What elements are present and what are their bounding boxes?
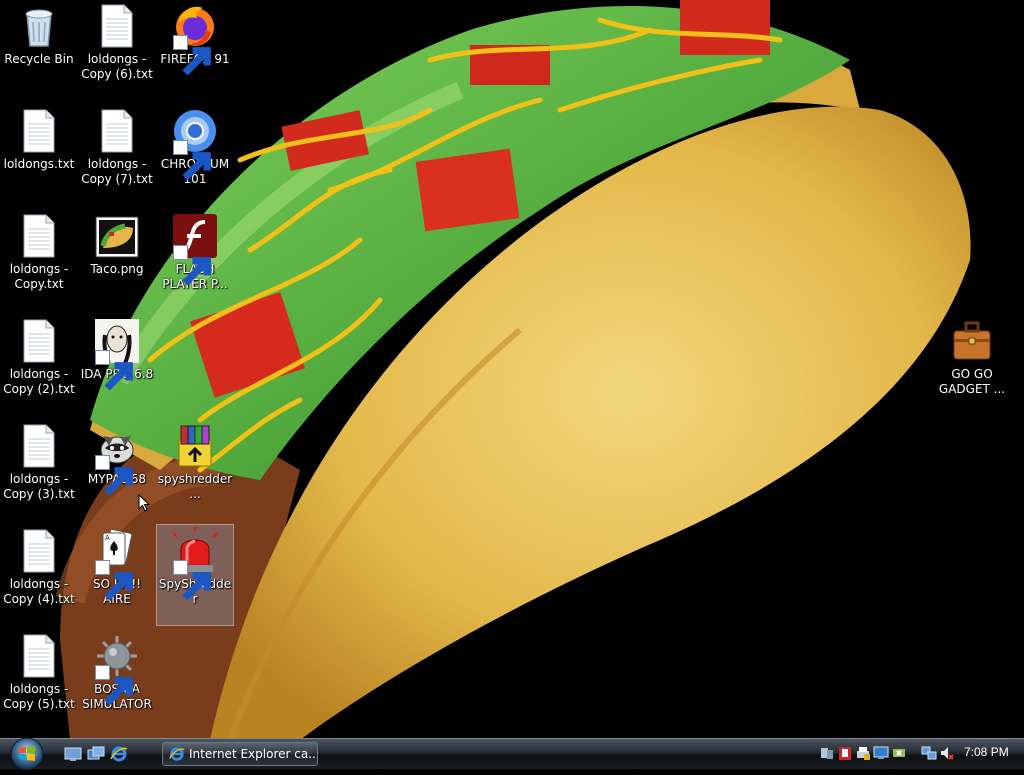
internet-explorer-icon <box>169 747 185 761</box>
desktop-icon-text-file[interactable]: loldongs - Copy (3).txt <box>1 420 77 520</box>
text-file-icon <box>15 212 63 260</box>
taskbar-button-internet-explorer[interactable]: Internet Explorer ca... <box>162 742 318 766</box>
network-icon[interactable] <box>819 745 835 761</box>
desktop-icon-bosnia-simulator[interactable]: BOSNIA SIMULATOR <box>79 630 155 730</box>
text-file-icon <box>93 107 141 155</box>
shortcut-arrow-icon <box>95 665 133 706</box>
icon-label: loldongs - Copy (2).txt <box>3 367 75 396</box>
desktop-icon-taco-png[interactable]: Taco.png <box>79 210 155 310</box>
desktop-icon-chromium[interactable]: CHROMIUM 101 <box>157 105 233 205</box>
desktop-icon-text-file[interactable]: loldongs - Copy.txt <box>1 210 77 310</box>
taco-image-icon <box>93 212 141 260</box>
desktop-icon-recycle-bin[interactable]: Recycle Bin <box>1 0 77 100</box>
taskbar: Internet Explorer ca... 7:08 PM <box>0 735 1024 771</box>
desktop-icon-spyshredder[interactable]: SpyShredder <box>156 524 234 626</box>
shortcut-arrow-icon <box>95 560 133 601</box>
desktop-icon-text-file[interactable]: loldongs - Copy (7).txt <box>79 105 155 205</box>
monitor-icon[interactable] <box>873 745 889 761</box>
icon-label: loldongs - Copy (4).txt <box>3 577 75 606</box>
icon-label: loldongs - Copy (6).txt <box>81 52 153 81</box>
desktop-icon-text-file[interactable]: loldongs - Copy (4).txt <box>1 525 77 625</box>
icon-label: loldongs - Copy.txt <box>9 262 69 291</box>
desktop-icon-go-go-gadget[interactable]: GO GO GADGET ... <box>934 315 1010 415</box>
shortcut-arrow-icon <box>173 245 211 286</box>
taskbar-button-label: Internet Explorer ca... <box>189 747 318 761</box>
icon-label: Taco.png <box>90 262 144 276</box>
recycle-bin-icon <box>15 2 63 50</box>
shortcut-arrow-icon <box>95 455 133 496</box>
internet-explorer-icon[interactable] <box>110 745 128 763</box>
desktop-icon-firefox[interactable]: FIREFOX 91 <box>157 0 233 100</box>
security-alert-icon[interactable] <box>837 745 853 761</box>
desktop-icon-text-file[interactable]: loldongs - Copy (2).txt <box>1 315 77 415</box>
solitaire-cards-icon: A <box>93 527 141 601</box>
winrar-archive-icon <box>171 422 219 470</box>
shortcut-arrow-icon <box>173 35 211 76</box>
show-desktop-icon[interactable] <box>64 745 82 763</box>
printer-icon[interactable] <box>855 745 871 761</box>
text-file-icon <box>15 632 63 680</box>
mypal-raccoon-icon <box>93 422 141 496</box>
desktop-icon-text-file[interactable]: loldongs - Copy (5).txt <box>1 630 77 730</box>
start-orb-icon <box>10 737 44 771</box>
flash-player-icon <box>171 212 219 286</box>
text-file-icon <box>15 107 63 155</box>
ida-pro-icon <box>93 317 141 391</box>
spyshredder-alarm-icon <box>171 527 219 601</box>
text-file-icon <box>15 317 63 365</box>
svg-text:A: A <box>105 534 110 542</box>
briefcase-icon <box>948 317 996 365</box>
icon-label: loldongs - Copy (3).txt <box>3 472 75 501</box>
chromium-icon <box>171 107 219 181</box>
firefox-icon <box>171 2 219 76</box>
text-file-icon <box>15 422 63 470</box>
icon-label: GO GO GADGET ... <box>938 367 1006 396</box>
network-connection-icon[interactable] <box>921 745 937 761</box>
text-file-icon <box>15 527 63 575</box>
text-file-icon <box>93 2 141 50</box>
icon-label: loldongs - Copy (5).txt <box>3 682 75 711</box>
desktop-icon-solitaire[interactable]: A SO LIT!! AIRE <box>79 525 155 625</box>
shortcut-arrow-icon <box>95 350 133 391</box>
desktop-icon-ida-pro[interactable]: IDA PRO 6.8 <box>79 315 155 415</box>
desktop-icon-flash-player[interactable]: FLASH PLAYER P... <box>157 210 233 310</box>
start-button[interactable] <box>4 735 50 771</box>
volume-muted-icon[interactable] <box>939 745 955 761</box>
shortcut-arrow-icon <box>173 140 211 181</box>
shortcut-arrow-icon <box>173 560 211 601</box>
icon-label: spyshredder... <box>157 472 233 501</box>
desktop-icon-text-file[interactable]: loldongs.txt <box>1 105 77 205</box>
taskbar-clock[interactable]: 7:08 PM <box>964 745 1009 759</box>
icon-label: Recycle Bin <box>4 52 74 66</box>
spiked-mine-icon <box>93 632 141 706</box>
desktop-icon-text-file[interactable]: loldongs - Copy (6).txt <box>79 0 155 100</box>
mouse-cursor-icon <box>138 494 150 512</box>
safely-remove-icon[interactable] <box>891 745 907 761</box>
desktop-icon-spyshredder-archive[interactable]: spyshredder... <box>157 420 233 520</box>
switch-windows-icon[interactable] <box>87 745 105 763</box>
icon-label: loldongs.txt <box>3 157 75 171</box>
icon-label: loldongs - Copy (7).txt <box>81 157 153 186</box>
